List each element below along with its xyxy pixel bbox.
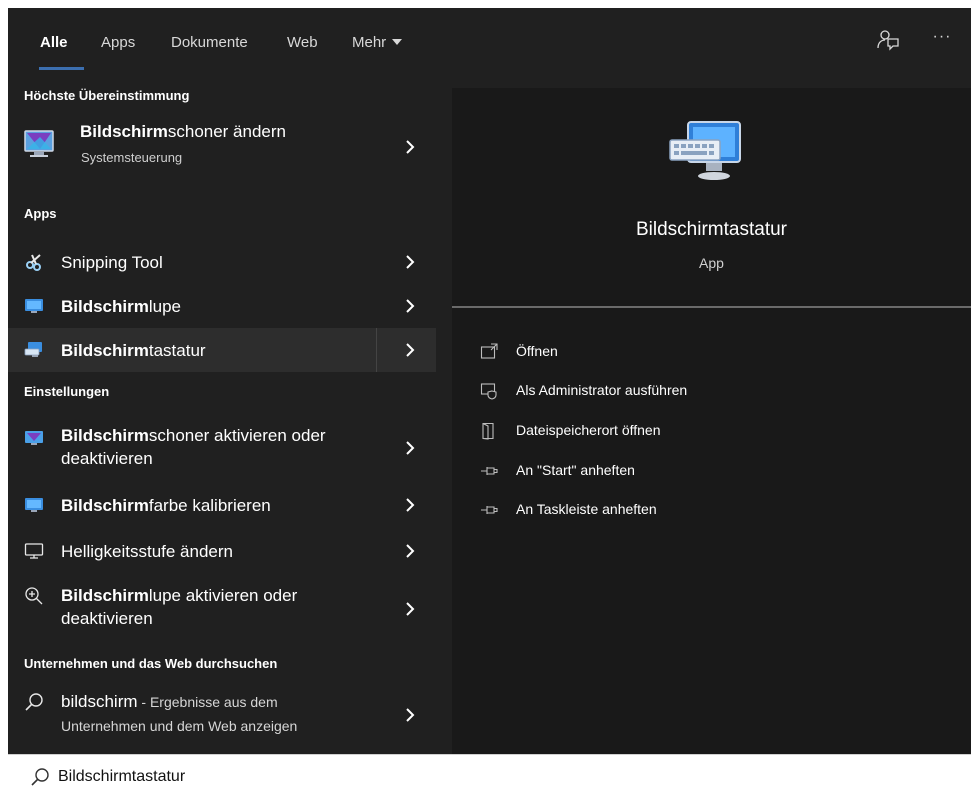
search-icon — [25, 693, 43, 711]
app-item-label-rest: tastatur — [148, 341, 206, 360]
web-search-item[interactable]: bildschirm - Ergebnisse aus dem Unternehm… — [8, 680, 436, 750]
setting-item-label-line2: deaktivieren — [61, 449, 153, 468]
open-icon — [480, 343, 498, 359]
best-match-title-bold: Bildschirm — [80, 122, 168, 141]
setting-item-screensaver[interactable]: Bildschirmschoner aktivieren oder deaktiv… — [8, 412, 436, 482]
detail-panel: Bildschirmtastatur App Öffnen Als Admini… — [452, 88, 971, 754]
pin-icon — [481, 467, 498, 475]
section-header-settings: Einstellungen — [24, 384, 110, 399]
setting-item-label: Bildschirmfarbe kalibrieren — [61, 494, 271, 517]
app-item-label: Bildschirmlupe — [61, 295, 181, 318]
search-input[interactable] — [58, 765, 658, 789]
setting-item-label-rest: lupe aktivieren oder — [148, 586, 298, 605]
chevron-right-icon[interactable] — [404, 343, 416, 357]
best-match-item[interactable]: Bildschirmschoner ändern Systemsteuerung — [8, 112, 436, 182]
chevron-right-icon — [406, 255, 415, 269]
setting-item-label: Helligkeitsstufe ändern — [61, 540, 233, 563]
chevron-right-icon — [406, 544, 415, 558]
screensaver-icon — [24, 130, 54, 157]
setting-item-label-rest: schoner aktivieren oder — [148, 426, 326, 445]
windows-search-window: Alle Apps Dokumente Web Mehr ··· Höchste… — [0, 0, 971, 798]
pin-icon — [481, 506, 498, 514]
on-screen-keyboard-icon — [24, 342, 42, 357]
window-edge — [0, 0, 8, 798]
monitor-color-icon — [25, 498, 43, 512]
app-item-bildschirmlupe[interactable]: Bildschirmlupe — [8, 284, 436, 328]
setting-item-color-calibration[interactable]: Bildschirmfarbe kalibrieren — [8, 482, 436, 528]
search-icon — [31, 768, 49, 786]
chevron-down-icon — [392, 39, 403, 46]
screensaver-settings-icon — [25, 431, 43, 445]
action-label: An "Start" anheften — [516, 462, 635, 478]
setting-item-label-rest: farbe kalibrieren — [148, 496, 271, 515]
section-header-best-match: Höchste Übereinstimmung — [24, 88, 190, 103]
magnifier-app-icon — [25, 299, 43, 313]
chevron-right-icon — [406, 299, 415, 313]
setting-item-label: Bildschirmschoner aktivieren oder deaktiv… — [61, 424, 326, 470]
action-label: An Taskleiste anheften — [516, 501, 657, 517]
app-item-bildschirmtastatur[interactable]: Bildschirmtastatur — [8, 328, 436, 372]
monitor-icon — [24, 543, 44, 559]
app-item-label-bold: Bildschirm — [61, 297, 149, 316]
search-panel: Alle Apps Dokumente Web Mehr ··· Höchste… — [8, 8, 971, 754]
row-divider — [376, 328, 377, 372]
tab-alle[interactable]: Alle — [40, 34, 68, 51]
app-item-label-rest: Snipping Tool — [61, 253, 163, 272]
section-header-web: Unternehmen und das Web durchsuchen — [24, 656, 278, 671]
tab-dokumente[interactable]: Dokumente — [171, 34, 248, 51]
zoom-in-icon — [25, 587, 43, 605]
setting-item-brightness[interactable]: Helligkeitsstufe ändern — [8, 528, 436, 574]
setting-item-label-line2: deaktivieren — [61, 609, 153, 628]
web-search-label: bildschirm - Ergebnisse aus dem Unternehm… — [61, 690, 297, 738]
section-header-apps: Apps — [24, 206, 57, 221]
feedback-button[interactable] — [874, 26, 902, 54]
active-tab-indicator — [39, 67, 84, 70]
tab-web[interactable]: Web — [287, 34, 318, 51]
detail-divider — [452, 306, 971, 308]
app-item-label: Snipping Tool — [61, 251, 163, 274]
setting-item-label: Bildschirmlupe aktivieren oder deaktivier… — [61, 584, 297, 630]
action-label: Dateispeicherort öffnen — [516, 422, 661, 438]
web-search-query: bildschirm — [61, 692, 138, 711]
chevron-right-icon — [406, 708, 415, 722]
more-options-button[interactable]: ··· — [928, 26, 956, 54]
best-match-subtitle: Systemsteuerung — [81, 150, 183, 165]
setting-item-label-rest: Helligkeitsstufe ändern — [61, 542, 233, 561]
chevron-right-icon — [406, 140, 415, 154]
best-match-title: Bildschirmschoner ändern — [80, 120, 286, 143]
top-bar: Alle Apps Dokumente Web Mehr ··· — [8, 8, 971, 72]
action-label: Öffnen — [516, 343, 558, 359]
app-item-label-rest: lupe — [148, 297, 181, 316]
action-label: Als Administrator ausführen — [516, 382, 688, 398]
tab-apps[interactable]: Apps — [101, 34, 135, 51]
detail-app-type: App — [699, 255, 724, 271]
setting-item-magnifier[interactable]: Bildschirmlupe aktivieren oder deaktivier… — [8, 574, 436, 644]
chevron-right-icon — [406, 602, 415, 616]
folder-icon — [482, 422, 494, 440]
chevron-right-icon — [406, 498, 415, 512]
chevron-right-icon — [406, 441, 415, 455]
setting-item-label-bold: Bildschirm — [61, 496, 149, 515]
results-list: Höchste Übereinstimmung Bildschirmschone… — [8, 72, 436, 754]
app-item-label-bold: Bildschirm — [61, 341, 149, 360]
tab-mehr[interactable]: Mehr — [352, 34, 403, 51]
detail-app-name: Bildschirmtastatur — [636, 219, 787, 240]
app-item-label: Bildschirmtastatur — [61, 339, 206, 362]
tab-mehr-label: Mehr — [352, 34, 387, 51]
web-search-line2: Unternehmen und dem Web anzeigen — [61, 718, 298, 734]
feedback-icon — [877, 30, 899, 51]
web-search-suffix: - Ergebnisse aus dem — [137, 694, 278, 710]
setting-item-label-bold: Bildschirm — [61, 426, 149, 445]
best-match-title-rest: schoner ändern — [167, 122, 286, 141]
app-item-snipping-tool[interactable]: Snipping Tool — [8, 240, 436, 284]
snipping-tool-icon — [26, 254, 41, 271]
search-bar — [8, 754, 971, 798]
on-screen-keyboard-large-icon — [669, 121, 741, 180]
setting-item-label-bold: Bildschirm — [61, 586, 149, 605]
shield-icon — [480, 383, 497, 400]
